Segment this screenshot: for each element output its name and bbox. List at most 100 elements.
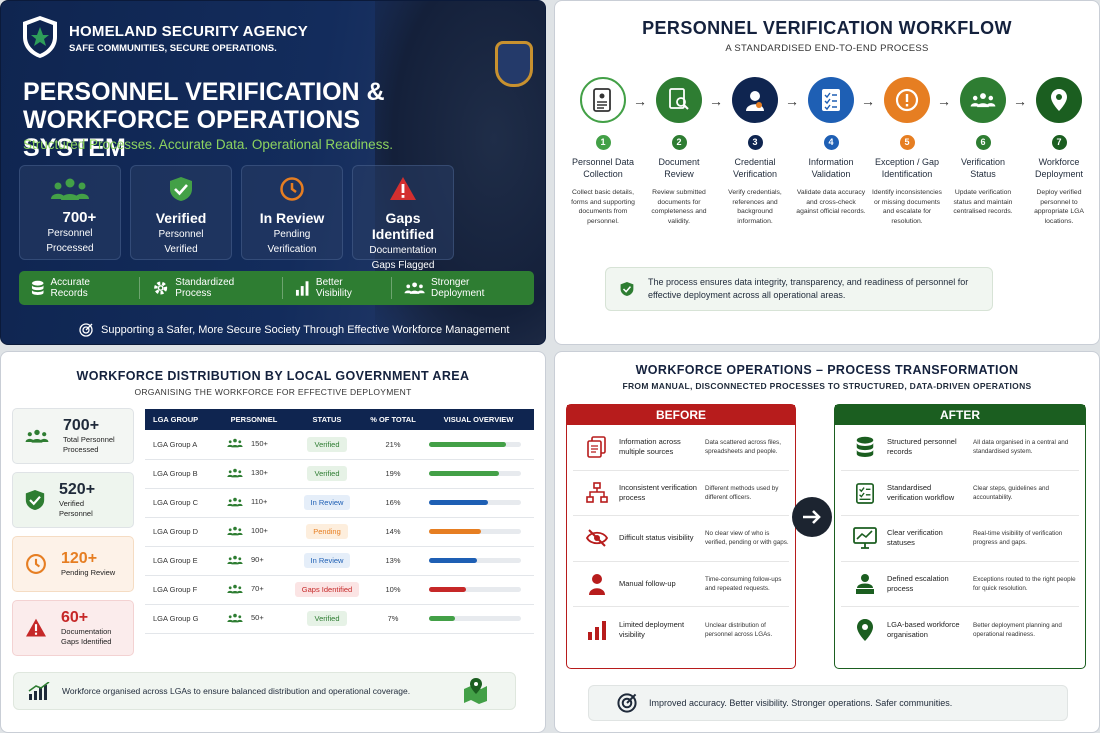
workflow-note: The process ensures data integrity, tran… (605, 267, 993, 311)
status-cell: Gaps Identified (291, 575, 363, 605)
progress-fill (429, 587, 466, 592)
item-title: LGA-based workforce organisation (887, 619, 960, 639)
status-cell: Verified (291, 459, 363, 489)
checklist-icon (851, 482, 879, 504)
transformation-note: Improved accuracy. Better visibility. St… (588, 685, 1068, 721)
progress-fill (429, 529, 481, 534)
card-label: Pending Review (61, 568, 116, 577)
benefit-label: Accurate Records (50, 277, 90, 299)
status-cell: Verified (291, 430, 363, 460)
item-title: Clear verification statuses (887, 528, 943, 548)
item-title: Manual follow-up (619, 578, 676, 588)
step-number: 1 (595, 135, 611, 150)
stat-card: In Review Pending Verification (241, 165, 343, 260)
lga-group-cell: LGA Group G (145, 604, 217, 634)
person-icon (583, 573, 611, 595)
title-line-1: PERSONNEL VERIFICATION & (23, 78, 385, 106)
status-badge: Pending (306, 524, 348, 539)
column-header: LGA GROUP (145, 409, 217, 430)
location-icon (851, 618, 879, 642)
step-icon-circle (732, 77, 778, 123)
personnel-value: 100+ (251, 526, 268, 535)
progress-fill (429, 441, 507, 447)
shield-check-icon (25, 490, 45, 510)
transformation-panel: WORKFORCE OPERATIONS – PROCESS TRANSFORM… (554, 351, 1100, 733)
stat-label: Personnel (158, 229, 204, 240)
people-icon (227, 555, 243, 564)
clock-icon (280, 177, 304, 201)
lga-group-cell: LGA Group C (145, 488, 217, 518)
benefits-bar: Accurate Records Standardized Process Be… (19, 271, 534, 305)
table-row: LGA Group B 130+ Verified 19% (145, 459, 534, 489)
item-description: Real-time visibility of verification pro… (973, 530, 1063, 547)
after-item: Structured personnel records All data org… (841, 425, 1079, 471)
progress-fill (429, 500, 488, 505)
hero-tagline: Structured Processes. Accurate Data. Ope… (23, 137, 393, 152)
item-title: Difficult status visibility (619, 533, 694, 543)
before-item: Manual follow-up Time-consuming follow-up… (573, 562, 789, 607)
workflow-step: 5 Exception / Gap Identification Identif… (871, 77, 943, 226)
org-tagline: SAFE COMMUNITIES, SECURE OPERATIONS. (69, 43, 277, 54)
step-name: Information Validation (808, 157, 854, 179)
hero-footer-text: Supporting a Safer, More Secure Society … (101, 324, 510, 336)
summary-card: 120+ Pending Review (12, 536, 134, 592)
transformation-title: WORKFORCE OPERATIONS – PROCESS TRANSFORM… (635, 363, 1019, 377)
lga-group-cell: LGA Group E (145, 546, 217, 576)
stat-label: Documentation (369, 245, 437, 256)
personnel-cell: 100+ (217, 517, 291, 547)
personnel-cell: 70+ (217, 575, 291, 605)
after-column: AFTER Structured personnel records All da… (834, 404, 1086, 669)
files-icon (583, 436, 611, 459)
percent-cell: 19% (363, 459, 423, 489)
people-icon (51, 178, 89, 200)
progress-fill (429, 558, 477, 563)
personnel-cell: 90+ (217, 546, 291, 576)
step-icon-circle (580, 77, 626, 123)
status-badge: In Review (303, 553, 351, 568)
before-header: BEFORE (567, 405, 795, 425)
visual-cell (423, 604, 534, 634)
form-icon (593, 88, 611, 112)
card-label: Total Personnel (63, 435, 115, 444)
step-description: Validate data accuracy and cross-check a… (796, 189, 866, 215)
stat-value: Gaps Identified (371, 210, 435, 242)
clock-icon (26, 554, 46, 574)
progress-fill (429, 471, 499, 476)
progress-track (429, 471, 521, 476)
after-item: Standardised verification workflow Clear … (841, 471, 1079, 516)
database-icon (851, 436, 879, 458)
step-number: 7 (1051, 135, 1067, 150)
stat-value: 700+ (62, 209, 97, 226)
step-description: Update verification status and maintain … (953, 189, 1013, 215)
column-header: PERSONNEL (217, 409, 291, 430)
personnel-value: 130+ (251, 468, 268, 477)
people-icon (227, 584, 243, 593)
visual-cell (423, 488, 534, 518)
hero-footer: Supporting a Safer, More Secure Society … (79, 323, 509, 337)
step-icon-circle (960, 77, 1006, 123)
before-item: Limited deployment visibility Unclear dis… (573, 607, 789, 653)
status-badge: Gaps Identified (294, 582, 360, 597)
personnel-value: 70+ (251, 584, 264, 593)
stat-card: Gaps Identified Documentation Gaps Flagg… (352, 165, 454, 271)
percent-cell: 7% (363, 604, 423, 634)
target-icon (617, 693, 637, 713)
before-item: Information across multiple sources Data … (573, 425, 789, 471)
percent-cell: 21% (363, 430, 423, 460)
after-item: Defined escalation process Exceptions rou… (841, 562, 1079, 607)
stat-label: Verified (164, 244, 198, 255)
lga-group-cell: LGA Group F (145, 575, 217, 605)
step-icon-circle (808, 77, 854, 123)
people-icon (227, 526, 243, 535)
people-icon (227, 497, 243, 506)
step-name: Document Review (658, 157, 700, 179)
step-name: Personnel Data Collection (571, 157, 635, 179)
progress-track (429, 441, 521, 447)
step-icon-circle (656, 77, 702, 123)
table-row: LGA Group G 50+ Verified 7% (145, 604, 534, 634)
status-cell: In Review (291, 546, 363, 576)
distribution-subtitle: ORGANISING THE WORKFORCE FOR EFFECTIVE D… (134, 387, 412, 397)
org-name: HOMELAND SECURITY AGENCY (69, 23, 308, 40)
warning-icon (390, 177, 416, 200)
title-line-2: WORKFORCE OPERATIONS SYSTEM (23, 106, 361, 162)
